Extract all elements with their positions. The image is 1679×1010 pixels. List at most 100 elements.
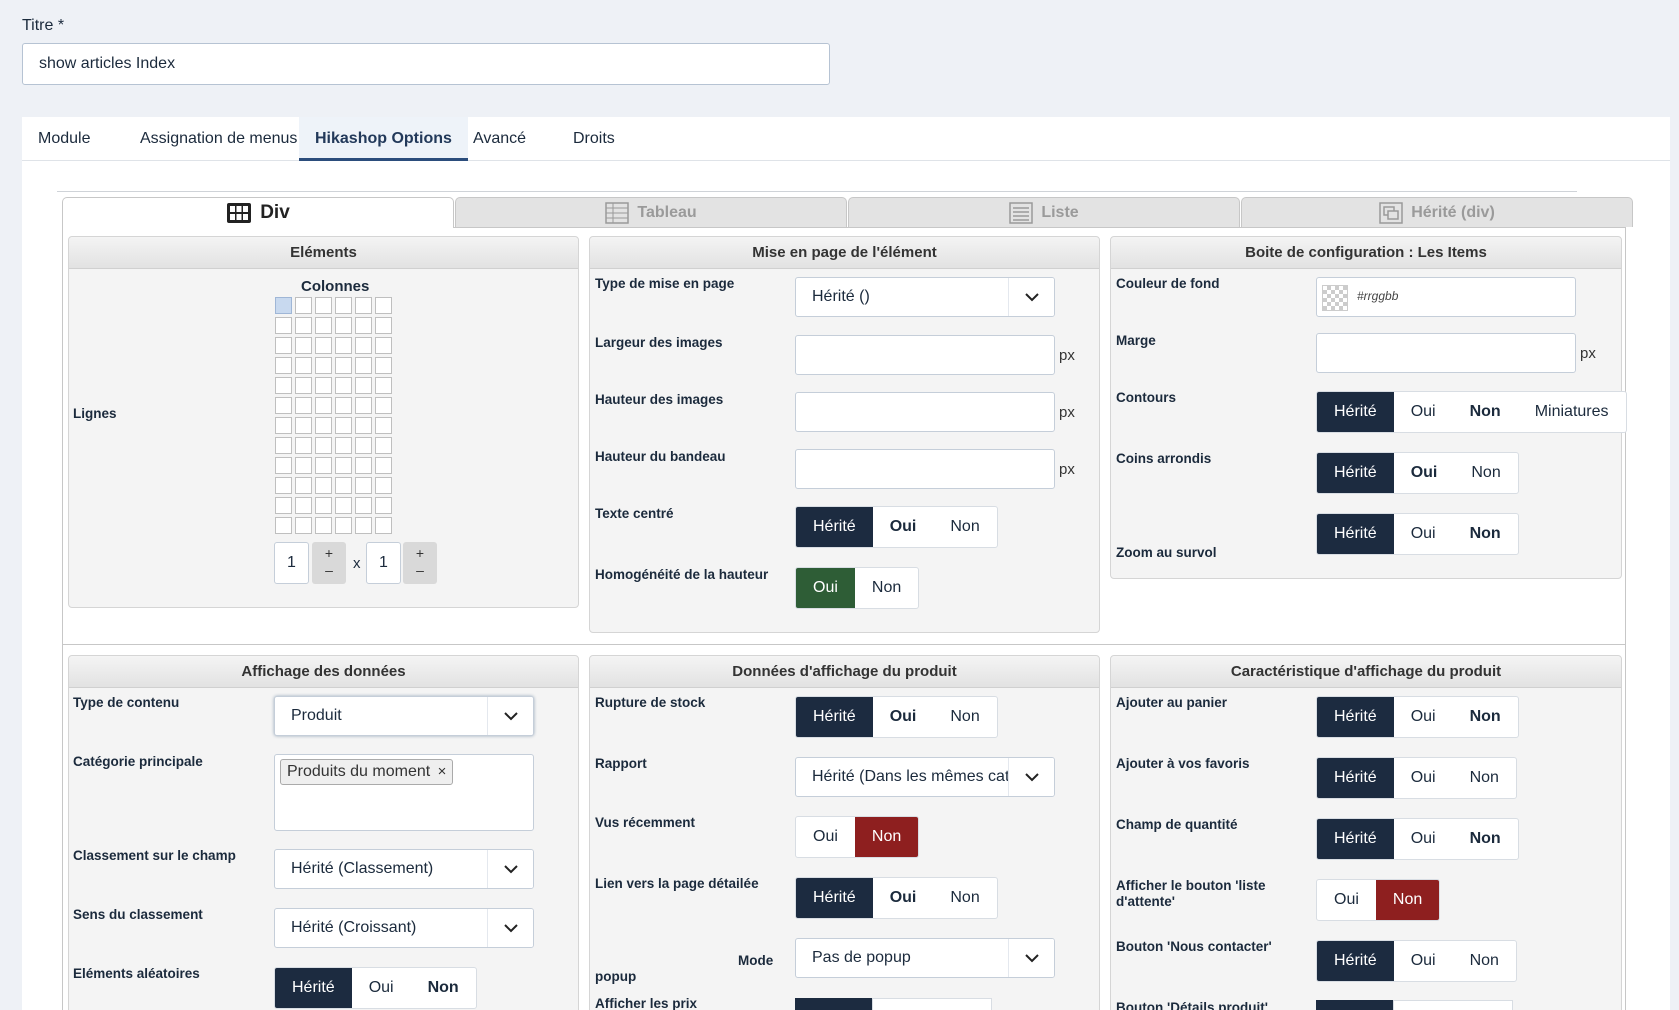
columns-stepper[interactable]: + – — [312, 542, 346, 584]
quantity-field-no[interactable]: Non — [1453, 819, 1518, 859]
grid-cell[interactable] — [355, 517, 372, 534]
view-tab-list[interactable]: Liste — [848, 197, 1240, 227]
height-homogeneity-yes[interactable]: Oui — [796, 568, 855, 608]
add-to-favorites-inherit[interactable]: Hérité — [1317, 758, 1394, 798]
grid-cell[interactable] — [295, 297, 312, 314]
contact-button-inherit[interactable]: Hérité — [1317, 941, 1394, 981]
height-homogeneity-no[interactable]: Non — [855, 568, 918, 608]
grid-cell[interactable] — [275, 297, 292, 314]
grid-cell[interactable] — [335, 337, 352, 354]
add-to-cart-yes[interactable]: Oui — [1394, 697, 1453, 737]
rounded-corners-inherit[interactable]: Hérité — [1317, 453, 1394, 493]
grid-cell[interactable] — [335, 397, 352, 414]
grid-cell[interactable] — [335, 437, 352, 454]
borders-toggle[interactable]: Hérité Oui Non Miniatures — [1316, 391, 1627, 433]
grid-cell[interactable] — [375, 417, 392, 434]
view-tab-inherited[interactable]: Hérité (div) — [1241, 197, 1633, 227]
detail-link-inherit[interactable]: Hérité — [796, 878, 873, 918]
out-of-stock-inherit[interactable]: Hérité — [796, 697, 873, 737]
sort-field-select[interactable]: Hérité (Classement) — [274, 849, 534, 889]
grid-cell[interactable] — [295, 517, 312, 534]
category-tag[interactable]: Produits du moment × — [280, 759, 454, 785]
grid-cell[interactable] — [295, 397, 312, 414]
rounded-corners-yes[interactable]: Oui — [1394, 453, 1455, 493]
grid-cell[interactable] — [375, 477, 392, 494]
grid-cell[interactable] — [375, 337, 392, 354]
waitlist-button-no[interactable]: Non — [1375, 880, 1440, 920]
image-height-input[interactable] — [795, 392, 1055, 432]
rows-count-input[interactable]: 1 — [366, 542, 401, 584]
tab-module[interactable]: Module — [22, 117, 106, 161]
grid-cell[interactable] — [375, 517, 392, 534]
centered-text-toggle[interactable]: Hérité Oui Non — [795, 506, 998, 548]
zoom-hover-yes[interactable]: Oui — [1394, 514, 1453, 554]
grid-cell[interactable] — [275, 357, 292, 374]
margin-input[interactable] — [1316, 333, 1576, 373]
title-input[interactable]: show articles Index — [22, 43, 830, 85]
random-items-toggle[interactable]: Hérité Oui Non — [274, 967, 477, 1009]
contact-button-toggle[interactable]: Hérité Oui Non — [1316, 940, 1517, 982]
grid-cell[interactable] — [355, 357, 372, 374]
zoom-hover-toggle[interactable]: Hérité Oui Non — [1316, 513, 1519, 555]
tab-advanced[interactable]: Avancé — [457, 117, 542, 161]
add-to-cart-no[interactable]: Non — [1453, 697, 1518, 737]
layout-type-select[interactable]: Hérité () — [795, 277, 1055, 317]
recently-viewed-no[interactable]: Non — [854, 817, 919, 857]
contact-button-yes[interactable]: Oui — [1394, 941, 1453, 981]
zoom-hover-inherit[interactable]: Hérité — [1317, 514, 1394, 554]
random-items-inherit[interactable]: Hérité — [275, 968, 352, 1008]
grid-cell[interactable] — [295, 357, 312, 374]
grid-cell[interactable] — [295, 337, 312, 354]
grid-cell[interactable] — [355, 417, 372, 434]
centered-text-no[interactable]: Non — [933, 507, 996, 547]
show-prices-inherit-partial[interactable] — [795, 998, 872, 1010]
random-items-no[interactable]: Non — [411, 968, 476, 1008]
grid-cell[interactable] — [375, 297, 392, 314]
grid-cell[interactable] — [335, 317, 352, 334]
add-to-cart-toggle[interactable]: Hérité Oui Non — [1316, 696, 1519, 738]
grid-cell[interactable] — [275, 457, 292, 474]
borders-thumbnails[interactable]: Miniatures — [1518, 392, 1626, 432]
grid-cell[interactable] — [315, 457, 332, 474]
rounded-corners-no[interactable]: Non — [1454, 453, 1517, 493]
grid-cell[interactable] — [295, 457, 312, 474]
columns-count-input[interactable]: 1 — [274, 542, 309, 584]
centered-text-yes[interactable]: Oui — [873, 507, 934, 547]
grid-cell[interactable] — [355, 437, 372, 454]
grid-cell[interactable] — [335, 457, 352, 474]
color-swatch-icon[interactable] — [1322, 285, 1348, 311]
quantity-field-yes[interactable]: Oui — [1394, 819, 1453, 859]
show-prices-options-partial[interactable] — [872, 998, 992, 1010]
sort-direction-select[interactable]: Hérité (Croissant) — [274, 908, 534, 948]
grid-cell[interactable] — [375, 457, 392, 474]
grid-cell[interactable] — [315, 357, 332, 374]
close-icon[interactable]: × — [438, 763, 447, 780]
recently-viewed-yes[interactable]: Oui — [796, 817, 855, 857]
waitlist-button-yes[interactable]: Oui — [1317, 880, 1376, 920]
grid-cell[interactable] — [355, 317, 372, 334]
add-to-cart-inherit[interactable]: Hérité — [1317, 697, 1394, 737]
add-to-favorites-no[interactable]: Non — [1453, 758, 1516, 798]
detail-link-yes[interactable]: Oui — [873, 878, 934, 918]
grid-cell[interactable] — [335, 497, 352, 514]
image-width-input[interactable] — [795, 335, 1055, 375]
grid-cell[interactable] — [275, 437, 292, 454]
grid-cell[interactable] — [295, 477, 312, 494]
grid-cell[interactable] — [315, 397, 332, 414]
grid-cell[interactable] — [275, 477, 292, 494]
report-select[interactable]: Hérité (Dans les mêmes catégories) — [795, 757, 1055, 797]
grid-cell[interactable] — [355, 397, 372, 414]
detail-link-toggle[interactable]: Hérité Oui Non — [795, 877, 998, 919]
grid-cell[interactable] — [375, 497, 392, 514]
out-of-stock-no[interactable]: Non — [933, 697, 996, 737]
waitlist-button-toggle[interactable]: Oui Non — [1316, 879, 1441, 921]
grid-cell[interactable] — [355, 377, 372, 394]
random-items-yes[interactable]: Oui — [352, 968, 411, 1008]
rows-stepper[interactable]: + – — [403, 542, 437, 584]
columns-plus-button[interactable]: + — [312, 545, 346, 562]
grid-cell[interactable] — [315, 477, 332, 494]
grid-cell[interactable] — [275, 317, 292, 334]
centered-text-inherit[interactable]: Hérité — [796, 507, 873, 547]
grid-cell[interactable] — [375, 377, 392, 394]
grid-cell[interactable] — [295, 417, 312, 434]
